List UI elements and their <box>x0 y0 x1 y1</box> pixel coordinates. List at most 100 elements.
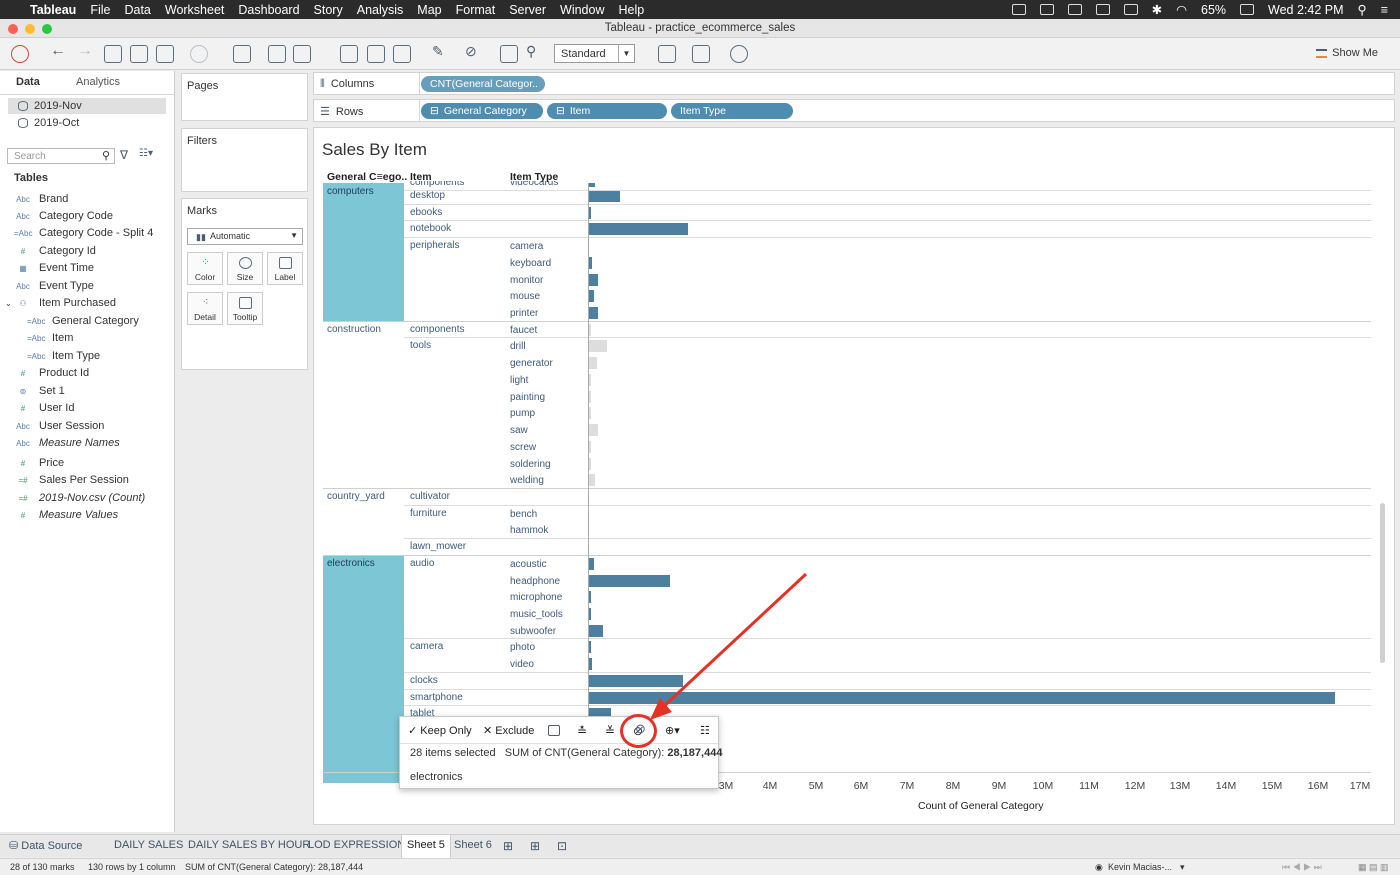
field-category-id[interactable]: # Category Id <box>0 243 170 260</box>
wifi-icon[interactable]: ◠ <box>1176 2 1187 17</box>
item-type-label[interactable]: painting <box>510 392 545 403</box>
detail-button[interactable]: ⁖ Detail <box>187 292 223 325</box>
item-type-label[interactable]: screw <box>510 442 536 453</box>
pages-card[interactable]: Pages <box>181 73 308 121</box>
field-item[interactable]: =Abc Item <box>0 330 170 347</box>
columns-shelf[interactable]: ⦀ Columns CNT(General Categor.. <box>313 72 1395 95</box>
pause-updates-icon[interactable] <box>156 45 174 63</box>
menu-server[interactable]: Server <box>509 3 546 17</box>
menu-story[interactable]: Story <box>314 3 343 17</box>
bar-generator[interactable] <box>589 357 598 370</box>
bar-video[interactable] <box>589 658 592 671</box>
item-type-label[interactable]: generator <box>510 358 553 369</box>
item-type-label[interactable]: acoustic <box>510 559 547 570</box>
bar-printer[interactable] <box>589 307 599 320</box>
field-measure-names[interactable]: Abc Measure Names <box>0 435 170 452</box>
status-user[interactable]: Kevin Macias-... <box>1108 862 1172 872</box>
bar-soldering[interactable] <box>589 457 591 470</box>
tab-daily-sales[interactable]: DAILY SALES <box>114 839 183 851</box>
group-icon[interactable]: ⊘ <box>465 43 483 61</box>
vertical-scrollbar[interactable] <box>1379 183 1387 778</box>
field-measure-values[interactable]: # Measure Values <box>0 507 170 524</box>
tab-daily-sales-by-hour[interactable]: DAILY SALES BY HOUR <box>188 839 310 851</box>
size-button[interactable]: Size <box>227 252 263 285</box>
field-user-id[interactable]: # User Id <box>0 400 170 417</box>
color-button[interactable]: ⁘ Color <box>187 252 223 285</box>
field-user-session[interactable]: Abc User Session <box>0 418 170 435</box>
pill-cnt-general-category[interactable]: CNT(General Categor.. <box>421 76 545 92</box>
menu-map[interactable]: Map <box>417 3 441 17</box>
keep-only-button[interactable]: ✓ Keep Only <box>408 724 472 737</box>
sort-descending-icon[interactable] <box>393 45 411 63</box>
new-datasource-icon[interactable] <box>130 45 148 63</box>
show-me-button[interactable]: Show Me <box>1316 47 1378 59</box>
menu-help[interactable]: Help <box>619 3 645 17</box>
refresh-icon[interactable] <box>190 45 208 63</box>
airplay-icon[interactable] <box>1123 4 1138 15</box>
field-item-type[interactable]: =Abc Item Type <box>0 348 170 365</box>
tooltip-button[interactable]: Tooltip <box>227 292 263 325</box>
item-type-label[interactable]: hammok <box>510 525 548 536</box>
pin-icon[interactable]: ⚲ <box>526 43 544 61</box>
item-label[interactable]: clocks <box>410 675 438 686</box>
bar-faucet[interactable] <box>589 323 591 336</box>
label-button[interactable]: Label <box>267 252 303 285</box>
item-type-label[interactable]: video <box>510 659 534 670</box>
menu-file[interactable]: File <box>90 3 110 17</box>
datasource-2019-nov[interactable]: 2019-Nov <box>8 98 166 114</box>
filters-card[interactable]: Filters <box>181 128 308 192</box>
item-type-label[interactable]: bench <box>510 509 537 520</box>
bar-ebooks[interactable] <box>589 206 591 219</box>
hide-icon[interactable] <box>548 725 560 736</box>
tableau-logo-icon[interactable] <box>11 45 29 63</box>
item-type-label[interactable]: monitor <box>510 275 543 286</box>
bar-acoustic[interactable] <box>589 557 595 570</box>
undo-icon[interactable]: ← <box>50 42 68 60</box>
rows-shelf[interactable]: ☰ Rows ⊟ General Category ⊟ Item Item Type <box>313 99 1395 122</box>
item-type-label[interactable]: camera <box>510 241 543 252</box>
tab-sheet-5[interactable]: Sheet 5 <box>401 835 451 858</box>
bar-pump[interactable] <box>589 407 591 420</box>
new-story-icon[interactable]: ⊡ <box>557 839 567 853</box>
tab-lod-expression[interactable]: LOD EXPRESSION <box>308 839 405 851</box>
menu-worksheet[interactable]: Worksheet <box>165 3 225 17</box>
battery-percent[interactable]: 65% <box>1201 3 1226 17</box>
datasource-2019-oct[interactable]: 2019-Oct <box>8 115 166 131</box>
menu-dashboard[interactable]: Dashboard <box>238 3 299 17</box>
mark-type-select[interactable]: ▮▮ Automatic ▼ <box>187 228 303 245</box>
group-icon[interactable]: ⊘ <box>635 721 646 737</box>
view-mode-icon[interactable]: ▦ ▤ ▥ <box>1358 862 1389 873</box>
item-type-label[interactable]: soldering <box>510 459 551 470</box>
bar-drill[interactable] <box>589 340 608 353</box>
item-label[interactable]: camera <box>410 641 443 652</box>
field-product-id[interactable]: # Product Id <box>0 365 170 382</box>
general-category-label[interactable]: electronics <box>327 558 375 569</box>
item-type-label[interactable]: photo <box>510 642 535 653</box>
field-item-purchased[interactable]: ⚇ Item Purchased ⌄ <box>0 295 170 312</box>
control-center-icon[interactable]: ≡ <box>1381 3 1388 17</box>
fit-select[interactable]: Standard ▼ <box>554 44 635 63</box>
exclude-button[interactable]: ✕ Exclude <box>483 724 534 737</box>
general-category-label[interactable]: computers <box>327 186 374 197</box>
item-label[interactable]: smartphone <box>410 692 463 703</box>
item-label[interactable]: components <box>410 324 464 335</box>
field-price[interactable]: # Price <box>0 455 170 472</box>
sort-descending-icon[interactable]: ≚ <box>605 724 615 738</box>
pill-item-type[interactable]: Item Type <box>671 103 793 119</box>
item-type-label[interactable]: saw <box>510 425 528 436</box>
field-set-1[interactable]: ⊚ Set 1 <box>0 383 170 400</box>
bar-screw[interactable] <box>589 440 591 453</box>
labels-icon[interactable] <box>500 45 518 63</box>
bar-painting[interactable] <box>589 390 591 403</box>
clock[interactable]: Wed 2:42 PM <box>1268 3 1344 17</box>
screen-share-icon[interactable] <box>1067 4 1082 15</box>
bar-keyboard[interactable] <box>589 256 593 269</box>
bar-mouse[interactable] <box>589 290 595 303</box>
duplicate-sheet-icon[interactable] <box>268 45 286 63</box>
item-label[interactable]: desktop <box>410 190 445 201</box>
search-input[interactable]: Search <box>7 148 115 164</box>
item-type-label[interactable]: drill <box>510 341 526 352</box>
general-category-label[interactable]: construction <box>327 324 381 335</box>
field-2019-nov-csv-count[interactable]: =# 2019-Nov.csv (Count) <box>0 490 170 507</box>
bar-desktop[interactable] <box>589 190 621 202</box>
